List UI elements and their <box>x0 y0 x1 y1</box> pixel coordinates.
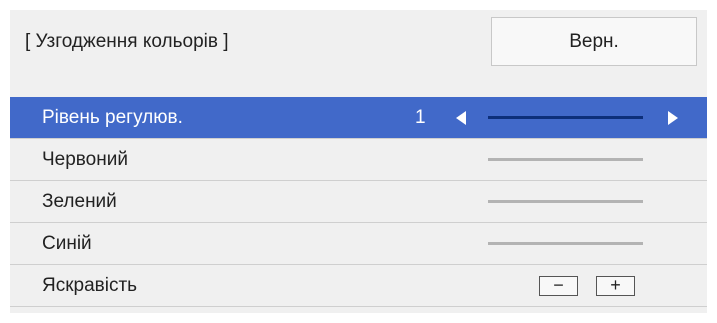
menu-row-green[interactable]: Зелений <box>10 181 707 222</box>
arrow-left-icon[interactable] <box>456 111 466 125</box>
brightness-label: Яскравість <box>42 275 138 296</box>
adjustment-level-label: Рівень регулюв. <box>42 107 183 128</box>
row-divider <box>10 306 707 307</box>
menu-row-red[interactable]: Червоний <box>10 139 707 180</box>
green-label: Зелений <box>42 191 117 212</box>
menu-row-brightness[interactable]: Яскравість − + <box>10 265 707 306</box>
brightness-increase-button[interactable]: + <box>596 276 635 296</box>
red-label: Червоний <box>42 149 128 170</box>
reset-button[interactable]: Верн. <box>491 17 697 66</box>
menu-row-adjustment-level[interactable]: Рівень регулюв. 1 <box>10 97 707 138</box>
brightness-decrease-button[interactable]: − <box>539 276 578 296</box>
adjustment-level-value: 1 <box>415 107 426 128</box>
menu-row-blue[interactable]: Синій <box>10 223 707 264</box>
adjustment-level-slider[interactable] <box>488 116 643 119</box>
menu-title: [ Узгодження кольорів ] <box>25 31 229 52</box>
blue-slider[interactable] <box>488 242 643 245</box>
green-slider[interactable] <box>488 200 643 203</box>
arrow-right-icon[interactable] <box>668 111 678 125</box>
blue-label: Синій <box>42 233 92 254</box>
red-slider[interactable] <box>488 158 643 161</box>
